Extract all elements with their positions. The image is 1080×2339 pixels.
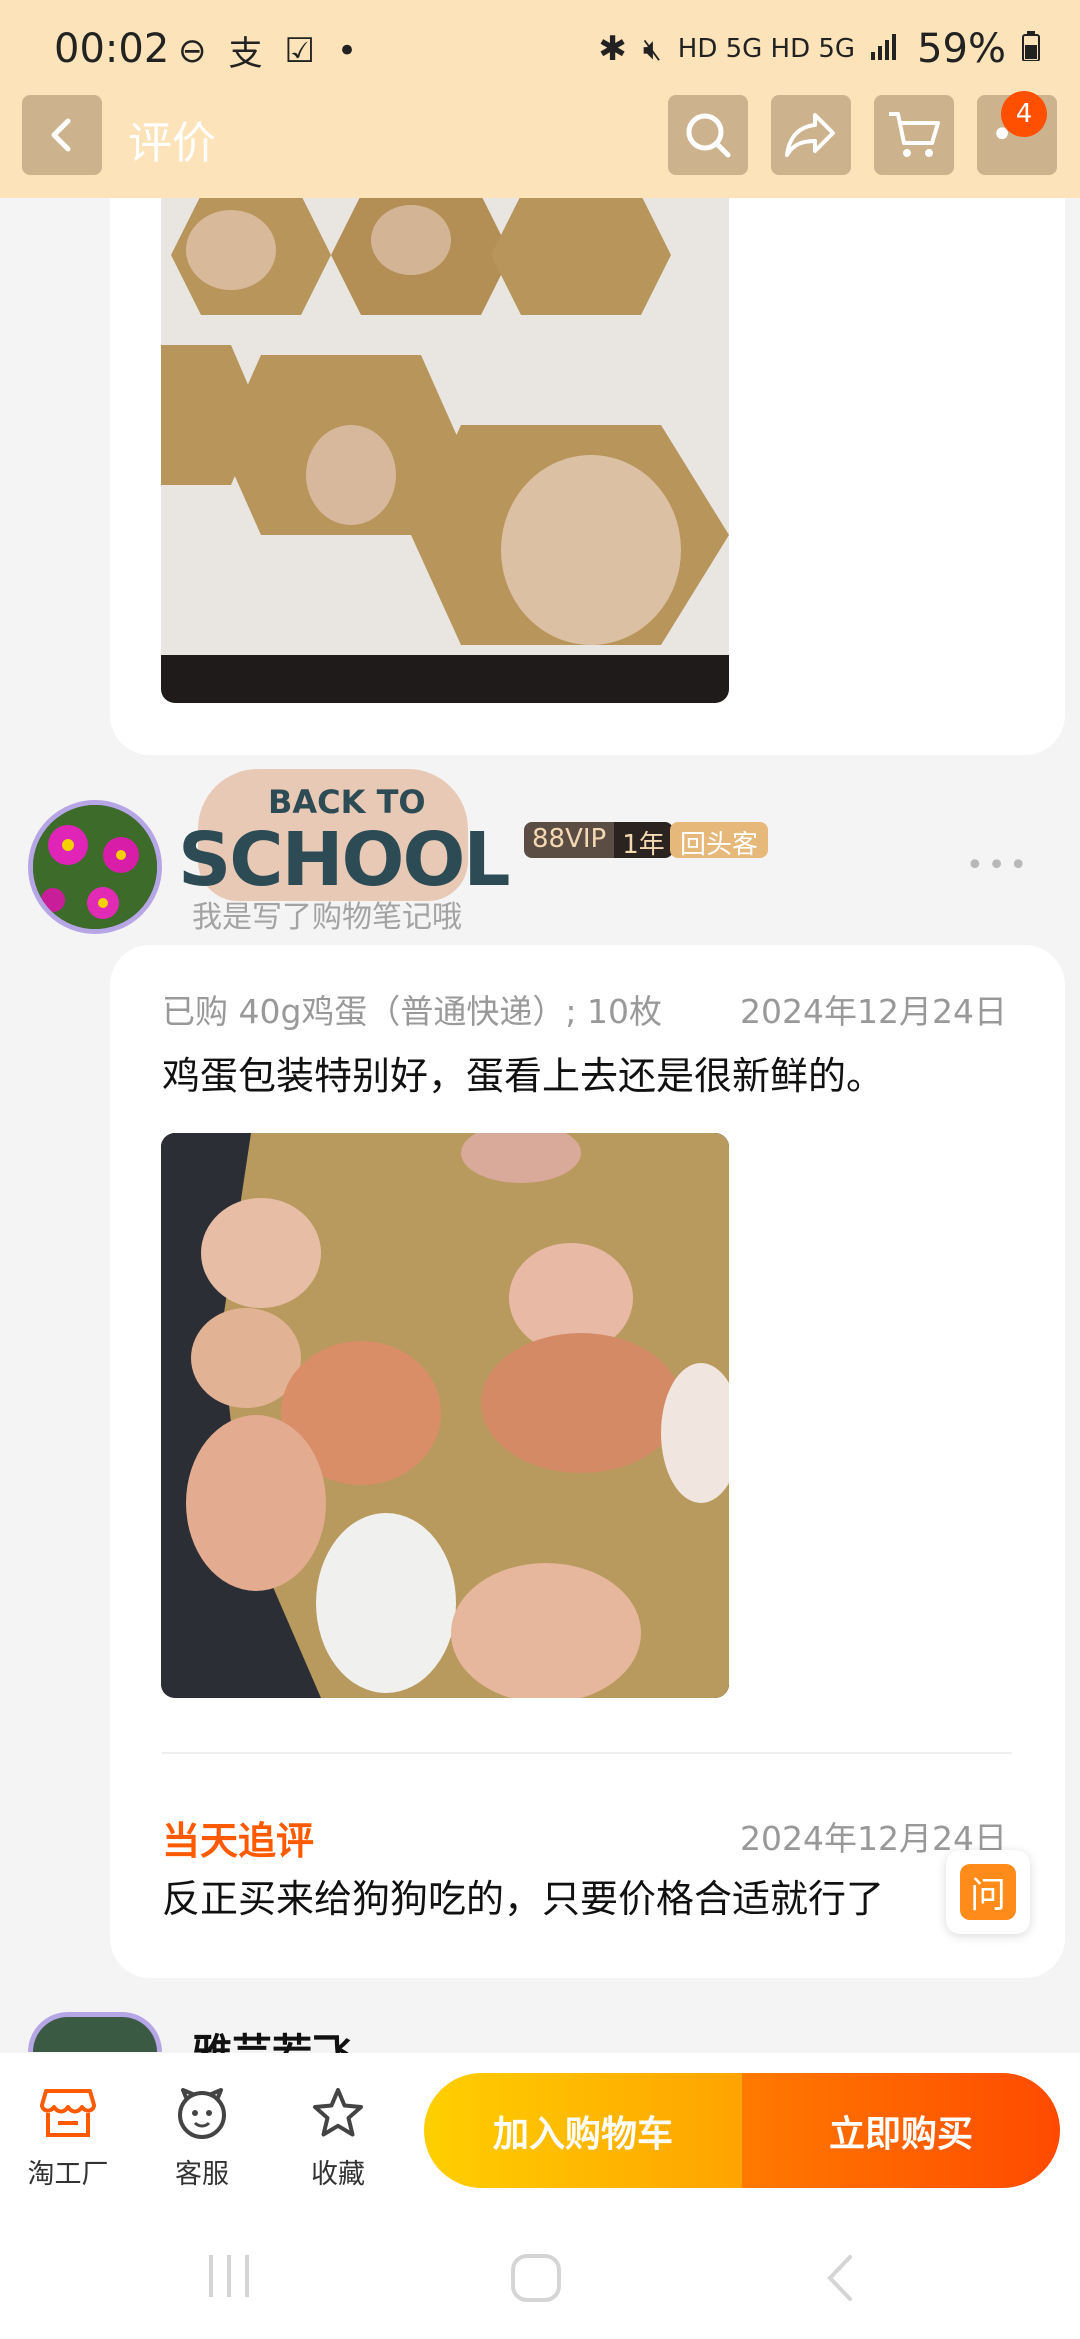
divider (162, 1752, 1012, 1754)
status-notification-icons: ⊖ 支 ☑ • (178, 26, 357, 75)
sticker-text-main: SCHOOL (178, 817, 511, 903)
check-icon: ☑ (284, 30, 315, 71)
eggs-in-rice-husk-image (161, 1133, 729, 1698)
top-bar: 00:02 ⊖ 支 ☑ • ✱ 🔇︎ HD 5G HD 5G 59% 评价 • … (0, 0, 1080, 198)
service-label: 客服 (175, 2159, 229, 2190)
review-photo-previous[interactable] (161, 195, 729, 703)
cart-count-badge: 4 (1001, 91, 1047, 137)
bluetooth-icon: ✱ (598, 29, 627, 69)
status-right: ✱ 🔇︎ HD 5G HD 5G 59% (598, 26, 1040, 72)
customer-service-button[interactable]: 客服 (142, 2078, 262, 2191)
alipay-icon: 支 (228, 34, 263, 74)
system-back-icon[interactable] (820, 2253, 860, 2303)
purchase-actions: 加入购物车 立即购买 (424, 2073, 1060, 2188)
signal-icon (871, 32, 901, 67)
dot-icon: • (336, 30, 358, 71)
favorite-label: 收藏 (311, 2159, 365, 2190)
purchase-meta: 已购 40g鸡蛋（普通快递）; 10枚 (162, 992, 663, 1031)
share-button[interactable] (771, 95, 851, 175)
network-label: HD 5G HD 5G (677, 34, 856, 64)
battery-percent: 59% (917, 26, 1006, 72)
home-icon[interactable] (510, 2253, 562, 2303)
eggs-in-foam-tray-image (161, 195, 729, 703)
next-reviewer-avatar[interactable] (28, 2012, 162, 2052)
status-time: 00:02 (54, 26, 170, 72)
vip-badge: 88VIP 1年 (524, 822, 673, 858)
repeat-customer-badge: 回头客 (670, 822, 769, 860)
more-options-button[interactable]: ••• (966, 848, 1031, 883)
ask-icon: 问 (960, 1864, 1016, 1920)
sticker-text-top: BACK TO (268, 783, 426, 821)
share-icon (785, 113, 835, 157)
next-reviewer-name[interactable]: 雅芸若飞 (192, 2032, 352, 2054)
buy-now-button[interactable]: 立即购买 (742, 2073, 1060, 2188)
store-icon (40, 2089, 96, 2137)
review-text: 鸡蛋包装特别好，蛋看上去还是很新鲜的。 (162, 1054, 885, 1098)
shop-label: 淘工厂 (27, 2159, 109, 2190)
more-menu-button[interactable]: • 4 (977, 91, 1057, 175)
reviewer-avatar[interactable] (28, 800, 162, 934)
reviewer-subtitle: 我是写了购物笔记哦 (192, 900, 462, 935)
status-bar: 00:02 ⊖ 支 ☑ • ✱ 🔇︎ HD 5G HD 5G 59% (0, 0, 1080, 95)
review-photo[interactable] (161, 1133, 729, 1698)
cart-icon (889, 112, 940, 157)
service-face-icon (178, 2088, 226, 2139)
back-button[interactable] (22, 95, 102, 175)
follow-up-text: 反正买来给狗狗吃的，只要价格合适就行了 (162, 1877, 885, 1921)
search-button[interactable] (668, 95, 748, 175)
vip-label: 88VIP (524, 822, 615, 858)
vip-years: 1年 (614, 822, 673, 858)
mute-icon: 🔇︎ (642, 31, 662, 67)
shop-button[interactable]: 淘工厂 (8, 2078, 128, 2191)
recent-apps-icon[interactable] (205, 2253, 255, 2299)
nav-bar: 评价 • 4 (0, 91, 1080, 198)
star-icon (313, 2088, 363, 2137)
cart-button[interactable] (874, 95, 954, 175)
dnd-icon: ⊖ (178, 30, 207, 71)
battery-icon (1022, 30, 1040, 68)
add-to-cart-button[interactable]: 加入购物车 (424, 2073, 742, 2188)
search-icon (686, 113, 731, 158)
chevron-left-icon (51, 118, 71, 152)
ask-button[interactable]: 问 (946, 1850, 1030, 1934)
follow-up-label: 当天追评 (162, 1819, 315, 1863)
review-date: 2024年12月24日 (740, 992, 1007, 1031)
page-title: 评价 (128, 118, 216, 169)
favorite-button[interactable]: 收藏 (278, 2078, 398, 2191)
system-nav-bar (0, 2195, 1080, 2339)
